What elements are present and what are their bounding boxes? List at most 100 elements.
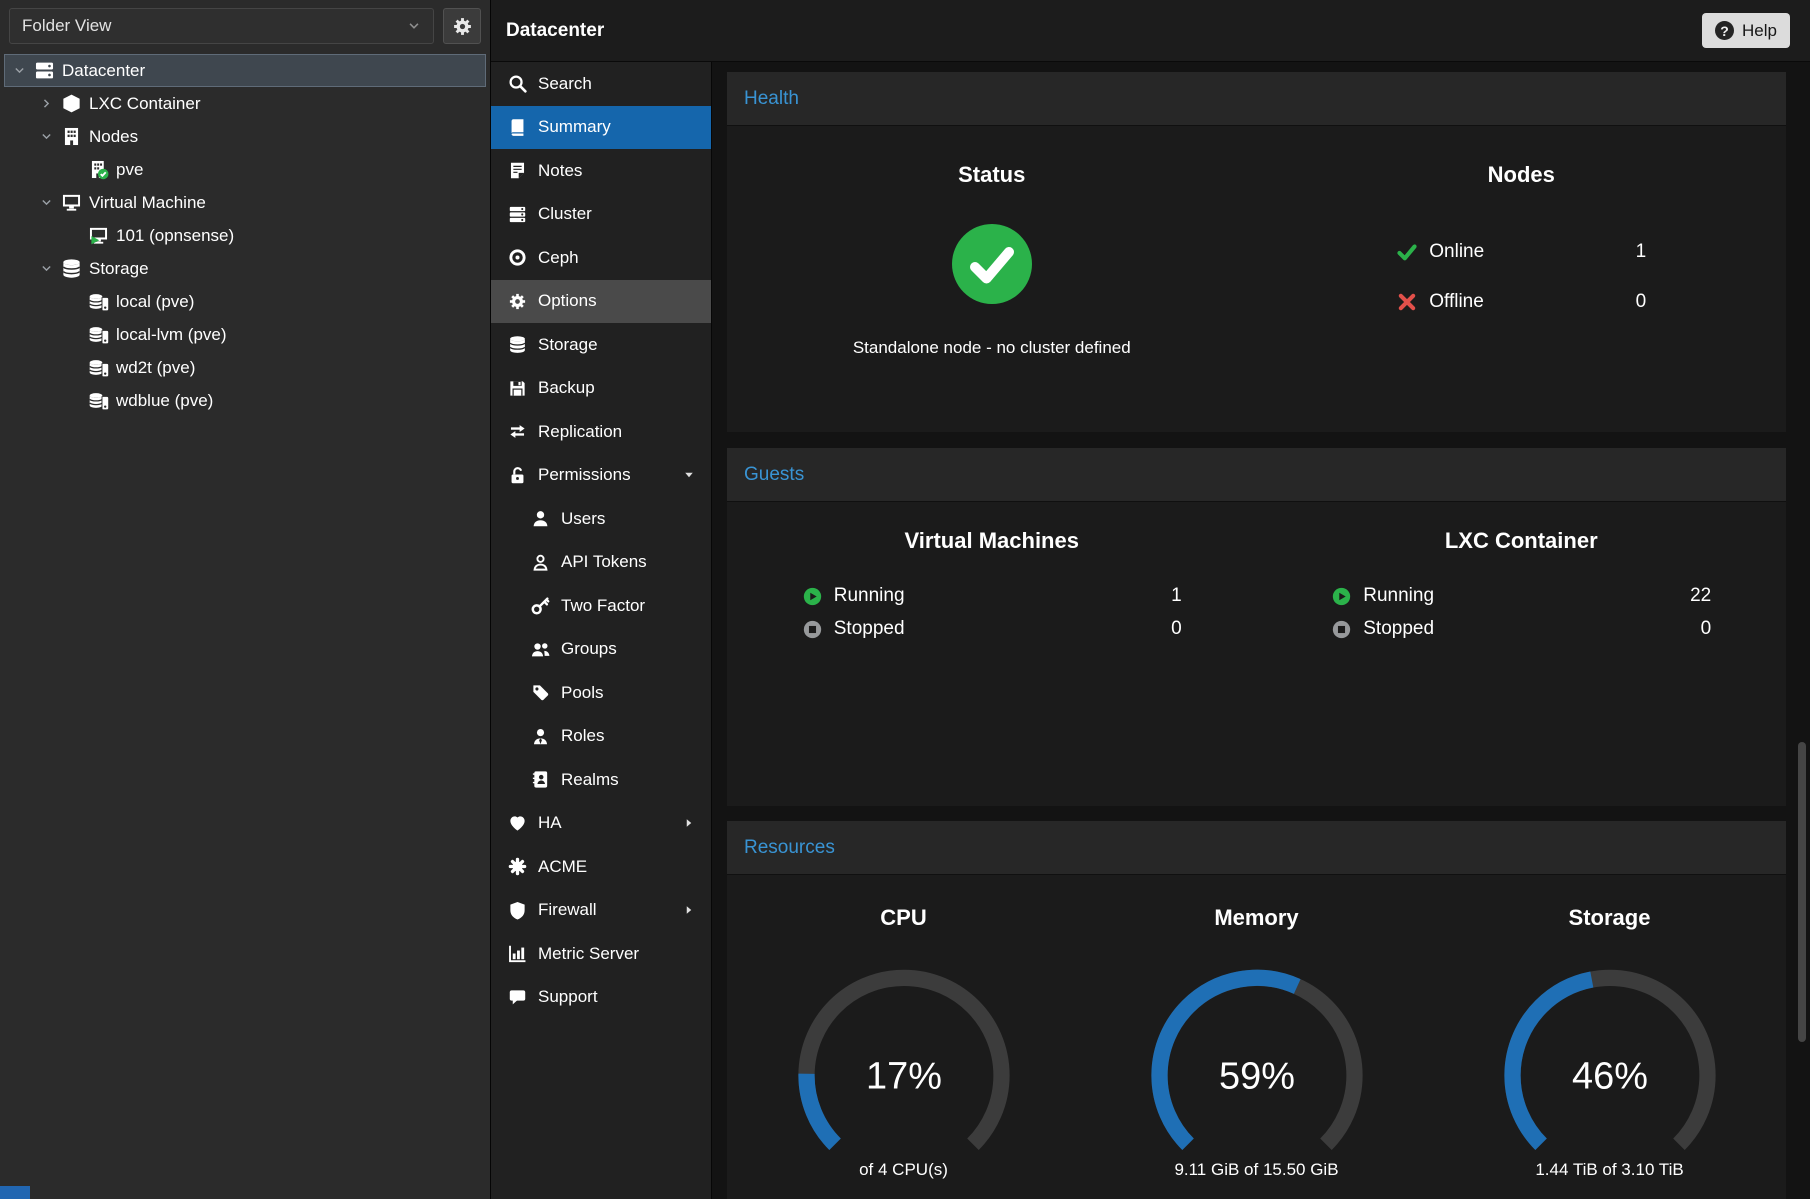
lxc-running-label: Running: [1363, 585, 1434, 607]
view-mode-select[interactable]: Folder View: [9, 8, 434, 44]
caret-right-icon[interactable]: [38, 96, 54, 112]
menu-item-backup[interactable]: Backup: [491, 367, 711, 411]
caret-down-icon[interactable]: [11, 63, 27, 79]
menu-item-realms[interactable]: Realms: [491, 758, 711, 802]
shield-icon: [508, 901, 527, 920]
menu-item-metric-server[interactable]: Metric Server: [491, 932, 711, 976]
tree-item-pve[interactable]: pve: [4, 153, 486, 186]
menu-item-notes[interactable]: Notes: [491, 149, 711, 193]
caret-spacer: [65, 327, 81, 343]
menu-item-roles[interactable]: Roles: [491, 715, 711, 759]
menu-item-label: Permissions: [538, 465, 631, 485]
caret-down-icon[interactable]: [38, 261, 54, 277]
building-icon: [61, 126, 82, 147]
comment-icon: [508, 988, 527, 1007]
tree-item-nodes[interactable]: Nodes: [4, 120, 486, 153]
menu-item-replication[interactable]: Replication: [491, 410, 711, 454]
tree-item-wd2t-pve[interactable]: wd2t (pve): [4, 351, 486, 384]
users-icon: [531, 640, 550, 659]
caret-down-icon[interactable]: [38, 195, 54, 211]
menu-item-users[interactable]: Users: [491, 497, 711, 541]
search-icon: [508, 74, 527, 93]
gauge-arc: 17%: [774, 967, 1034, 1158]
tree-item-local-pve[interactable]: local (pve): [4, 285, 486, 318]
menu-item-summary[interactable]: Summary: [491, 106, 711, 150]
guests-vm-column: Virtual Machines Running 1 Stopped 0: [727, 502, 1257, 806]
menu-item-label: Realms: [561, 770, 619, 790]
tree-item-storage[interactable]: Storage: [4, 252, 486, 285]
menu-item-search[interactable]: Search: [491, 62, 711, 106]
replication-icon: [508, 422, 527, 441]
menu-item-label: Replication: [538, 422, 622, 442]
menu-item-permissions[interactable]: Permissions: [491, 454, 711, 498]
menu-item-storage[interactable]: Storage: [491, 323, 711, 367]
right-pane: Datacenter ? Help Search SummaryNotesClus…: [491, 0, 1810, 1199]
tree-settings-button[interactable]: [443, 8, 481, 44]
vm-rows: Running 1 Stopped 0: [802, 582, 1182, 643]
gear-icon: [452, 16, 473, 37]
section-menu: Search SummaryNotesClusterCephOptionsStor…: [491, 62, 712, 1199]
help-button-label: Help: [1742, 21, 1777, 41]
heart-icon: [508, 814, 527, 833]
cube-icon: [61, 93, 82, 114]
lxc-running-count: 22: [1690, 585, 1711, 607]
menu-item-support[interactable]: Support: [491, 976, 711, 1020]
key-icon: [531, 596, 550, 615]
vm-running-count: 1: [1171, 585, 1182, 607]
caret-right-icon: [40, 97, 53, 110]
guests-panel: Guests Virtual Machines Running 1: [727, 448, 1786, 806]
menu-item-label: Search: [538, 74, 592, 94]
menu-item-label: Roles: [561, 726, 604, 746]
book-icon: [508, 118, 527, 137]
lxc-stopped-label: Stopped: [1363, 618, 1434, 640]
menu-item-groups[interactable]: Groups: [491, 628, 711, 672]
menu-item-two-factor[interactable]: Two Factor: [491, 584, 711, 628]
menu-item-cluster[interactable]: Cluster: [491, 193, 711, 237]
gauge-percent: 17%: [866, 1055, 942, 1097]
monitor-icon: [61, 192, 82, 213]
tree-item-datacenter[interactable]: Datacenter: [4, 54, 486, 87]
lxc-running-row: Running 22: [1331, 582, 1711, 610]
tree-item-101-opnsense[interactable]: 101 (opnsense): [4, 219, 486, 252]
gauge-sublabel: 1.44 TiB of 3.10 TiB: [1535, 1160, 1683, 1180]
guests-panel-header: Guests: [727, 448, 1786, 502]
menu-item-pools[interactable]: Pools: [491, 671, 711, 715]
menu-item-acme[interactable]: ACME: [491, 845, 711, 889]
help-button[interactable]: ? Help: [1702, 13, 1790, 48]
guests-panel-title: Guests: [744, 464, 804, 486]
caret-down-icon[interactable]: [38, 129, 54, 145]
tree-item-local-lvm-pve[interactable]: local-lvm (pve): [4, 318, 486, 351]
guests-panel-body: Virtual Machines Running 1 Stopped 0: [727, 502, 1786, 806]
ceph-icon: [508, 248, 527, 267]
caret-down-icon: [40, 262, 53, 275]
tree-item-label: LXC Container: [89, 94, 201, 114]
scrollbar-thumb[interactable]: [1798, 742, 1806, 1042]
tree-item-virtual-machine[interactable]: Virtual Machine: [4, 186, 486, 219]
menu-item-label: Pools: [561, 683, 604, 703]
tree-item-wdblue-pve[interactable]: wdblue (pve): [4, 384, 486, 417]
content-scrollbar[interactable]: [1797, 62, 1807, 1199]
menu-item-firewall[interactable]: Firewall: [491, 889, 711, 933]
page-title: Datacenter: [506, 20, 604, 42]
tree-item-label: local-lvm (pve): [116, 325, 227, 345]
caret-spacer: [65, 294, 81, 310]
menu-item-ceph[interactable]: Ceph: [491, 236, 711, 280]
gauge-title: CPU: [880, 905, 926, 931]
menu-item-ha[interactable]: HA: [491, 802, 711, 846]
nodes-rows: Online 1 Offline 0: [1396, 232, 1646, 322]
tree-item-label: Nodes: [89, 127, 138, 147]
menu-item-api-tokens[interactable]: API Tokens: [491, 541, 711, 585]
tree-item-label: pve: [116, 160, 143, 180]
menu-item-label: Firewall: [538, 900, 597, 920]
bottom-left-blue-patch: [0, 1186, 30, 1199]
gauge-sublabel: of 4 CPU(s): [859, 1160, 948, 1180]
nodes-offline-row: Offline 0: [1396, 282, 1646, 322]
acme-icon: [508, 857, 527, 876]
menu-item-options[interactable]: Options: [491, 280, 711, 324]
resource-tree-panel: Folder View Datacenter LXC Container Nodes…: [0, 0, 491, 1199]
right-body: Search SummaryNotesClusterCephOptionsStor…: [491, 62, 1810, 1199]
tree-item-lxc-container[interactable]: LXC Container: [4, 87, 486, 120]
tree-item-label: wd2t (pve): [116, 358, 195, 378]
nodes-heading: Nodes: [1488, 162, 1555, 188]
health-status-column: Status Standalone node - no cluster defi…: [727, 126, 1257, 432]
